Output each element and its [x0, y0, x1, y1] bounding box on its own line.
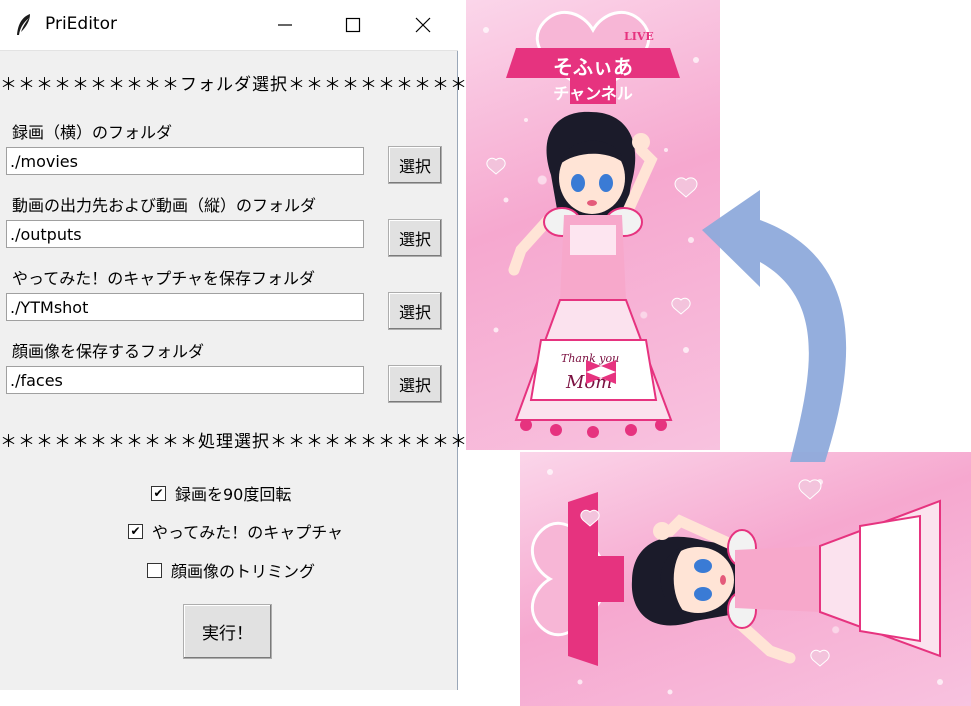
banner-bottom-text: チャンネル	[553, 84, 633, 103]
prieditor-window: PriEditor ＊＊＊＊＊＊＊＊＊＊フォルダ選択＊＊＊＊＊＊＊＊＊＊ 録画（…	[0, 0, 468, 690]
outputs-folder-input[interactable]	[6, 220, 364, 248]
live-badge-text: LIVE	[624, 30, 654, 43]
movies-folder-select-button[interactable]: 選択	[388, 146, 442, 184]
outputs-folder-label: 動画の出力先および動画（縦）のフォルダ	[12, 196, 317, 215]
outputs-folder-select-button[interactable]: 選択	[388, 219, 442, 257]
banner-top-text: そふぃあ	[553, 55, 633, 79]
capture-option[interactable]: ✔ やってみた！のキャプチャ	[128, 519, 343, 543]
portrait-output-image: そふぃあ チャンネル LIVE Thank you Mom	[466, 0, 720, 450]
close-icon	[415, 17, 431, 33]
folder-section-header: ＊＊＊＊＊＊＊＊＊＊フォルダ選択＊＊＊＊＊＊＊＊＊＊	[0, 75, 468, 95]
faces-folder-input[interactable]	[6, 366, 364, 394]
capture-folder-label: やってみた！のキャプチャを保存フォルダ	[12, 269, 316, 288]
face-trim-checkbox[interactable]	[147, 562, 162, 578]
close-button[interactable]	[400, 0, 446, 50]
window-title: PriEditor	[45, 14, 117, 34]
capture-folder-select-button[interactable]: 選択	[388, 292, 442, 330]
minimize-button[interactable]	[262, 0, 308, 50]
movies-folder-input[interactable]	[6, 147, 364, 175]
face-trim-option-label: 顔画像のトリミング	[171, 562, 316, 581]
movies-folder-label: 録画（横）のフォルダ	[12, 123, 173, 142]
capture-option-label: やってみた！のキャプチャ	[152, 523, 344, 542]
rotation-arrow-icon	[702, 190, 847, 462]
feather-app-icon	[17, 14, 30, 35]
run-button[interactable]: 実行！	[183, 604, 272, 659]
rotate-checkbox[interactable]: ✔	[151, 485, 166, 501]
capture-folder-input[interactable]	[6, 293, 364, 321]
maximize-icon	[345, 17, 361, 33]
rotate-option-label: 録画を90度回転	[175, 485, 292, 504]
maximize-button[interactable]	[330, 0, 376, 50]
face-trim-option[interactable]: 顔画像のトリミング	[147, 558, 315, 582]
landscape-source-image	[520, 452, 971, 706]
process-section-header: ＊＊＊＊＊＊＊＊＊＊＊処理選択＊＊＊＊＊＊＊＊＊＊＊	[0, 432, 468, 452]
faces-folder-select-button[interactable]: 選択	[388, 365, 442, 403]
faces-folder-label: 顔画像を保存するフォルダ	[12, 342, 205, 361]
minimize-icon	[278, 24, 292, 26]
portrait-character-illustration: そふぃあ チャンネル LIVE Thank you Mom	[483, 11, 699, 438]
rotate-option[interactable]: ✔ 録画を90度回転	[151, 481, 291, 505]
landscape-character-illustration	[531, 469, 943, 695]
capture-checkbox[interactable]: ✔	[128, 523, 143, 539]
title-bar: PriEditor	[0, 0, 458, 51]
